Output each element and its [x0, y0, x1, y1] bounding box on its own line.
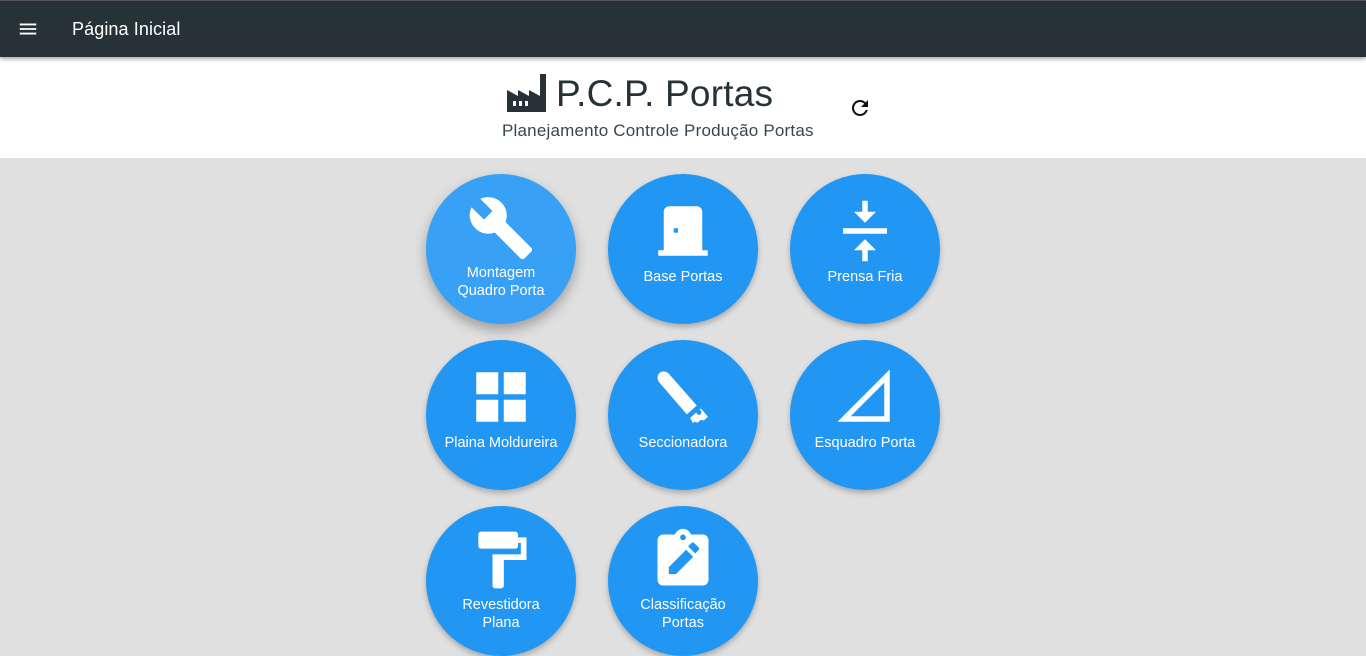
tile-label: Seccionadora	[638, 435, 728, 451]
top-app-bar: Página Inicial	[0, 0, 1366, 57]
tile-label: Prensa Fria	[827, 269, 903, 285]
app-header: P.C.P. Portas Planejamento Controle Prod…	[0, 57, 1366, 158]
tile-label: Base Portas	[643, 269, 723, 285]
tile-esquadro-porta[interactable]: Esquadro Porta	[790, 340, 940, 490]
door-icon	[658, 206, 708, 256]
set-square-icon	[837, 369, 890, 422]
refresh-icon[interactable]	[848, 96, 872, 120]
tile-prensa-fria[interactable]: Prensa Fria	[790, 174, 940, 324]
saw-icon	[657, 371, 709, 424]
page-title: Página Inicial	[72, 19, 181, 39]
vertical-align-center-icon	[843, 200, 887, 262]
paint-roller-icon	[478, 531, 527, 589]
tile-montagem-quadro-porta[interactable]: Montagem Quadro Porta	[426, 174, 576, 324]
wrench-icon	[469, 197, 533, 260]
tile-plaina-moldureira[interactable]: Plaina Moldureira	[426, 340, 576, 490]
app-subtitle: Planejamento Controle Produção Portas	[502, 121, 814, 140]
grid-icon	[476, 372, 526, 422]
tile-label: Esquadro Porta	[814, 435, 916, 451]
tile-label: Montagem Quadro Porta	[457, 265, 545, 299]
app-title: P.C.P. Portas	[556, 73, 774, 114]
menu-icon[interactable]	[17, 18, 39, 40]
tile-label: Revestidora Plana	[462, 597, 540, 631]
tile-seccionadora[interactable]: Seccionadora	[608, 340, 758, 490]
factory-icon	[507, 74, 546, 112]
tile-base-portas[interactable]: Base Portas	[608, 174, 758, 324]
tile-label: Plaina Moldureira	[444, 435, 558, 451]
clipboard-edit-icon	[657, 528, 709, 586]
tile-label: Classificação Portas	[640, 597, 726, 631]
module-grid: Montagem Quadro Porta Base Portas Prensa…	[426, 174, 940, 656]
